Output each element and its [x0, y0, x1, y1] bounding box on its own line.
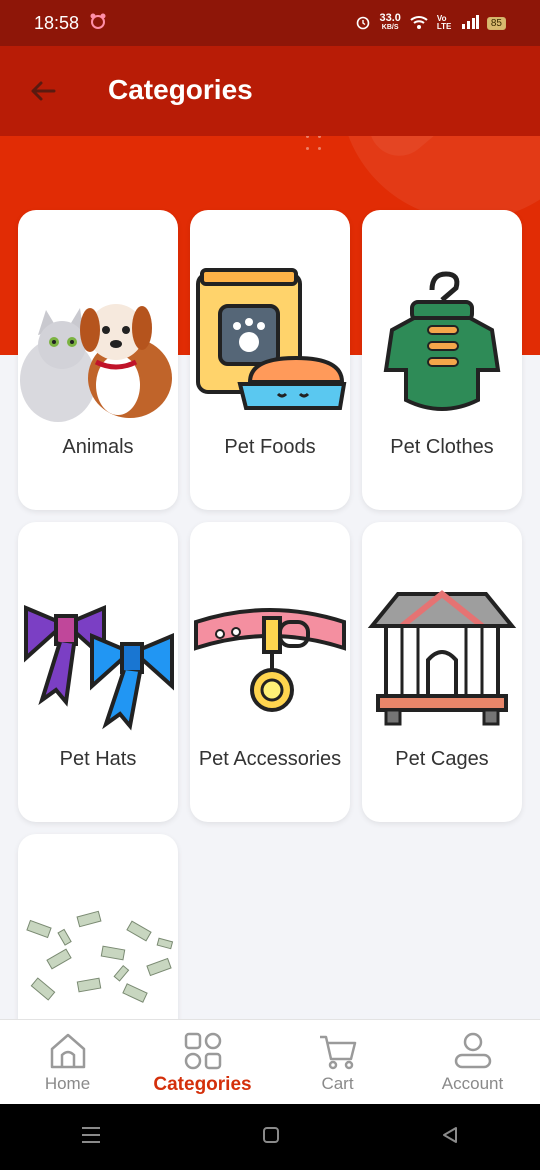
category-label: Pet Cages: [395, 748, 489, 770]
page-title: Categories: [108, 74, 253, 105]
nav-label: Account: [441, 1074, 504, 1093]
arrow-left-icon: [31, 81, 56, 101]
bow-icon: [24, 604, 174, 731]
home-icon: [50, 1033, 85, 1069]
app-notification-icon: [89, 13, 107, 34]
nav-cart[interactable]: Cart: [270, 1020, 405, 1105]
app-bar: Categories: [0, 46, 540, 136]
category-card-pet-clothes[interactable]: Pet Clothes: [362, 210, 522, 510]
home-square-icon[interactable]: [261, 1125, 281, 1150]
collar-icon: [194, 608, 346, 712]
nav-label: Categories: [153, 1074, 252, 1095]
cart-icon: [319, 1035, 356, 1070]
pet-food-icon: [196, 268, 347, 410]
category-card-pet-foods[interactable]: Pet Foods: [190, 210, 350, 510]
category-card-pet-hats[interactable]: Pet Hats: [18, 522, 178, 822]
category-label: Pet Hats: [59, 748, 137, 770]
back-triangle-icon[interactable]: [440, 1125, 460, 1150]
pet-clothes-icon: [383, 271, 501, 411]
menu-icon[interactable]: [80, 1125, 102, 1150]
category-card-animals[interactable]: Animals: [18, 210, 178, 510]
account-icon: [454, 1032, 491, 1069]
category-card-pet-accessories[interactable]: Pet Accessories: [190, 522, 350, 822]
system-navigation-bar: [0, 1104, 540, 1170]
back-button[interactable]: [26, 74, 60, 108]
nav-categories[interactable]: Categories: [135, 1020, 270, 1105]
nav-account[interactable]: Account: [405, 1020, 540, 1105]
net-speed: 33.0 KB/S: [379, 12, 401, 32]
nav-label: Cart: [321, 1074, 354, 1093]
wifi-icon: [409, 14, 429, 33]
category-label: Pet Clothes: [390, 436, 494, 458]
grid-icon: [184, 1032, 221, 1070]
alarm-icon: [355, 14, 371, 33]
category-label: Animals: [62, 436, 134, 458]
volte-label: Vo LTE: [436, 14, 452, 31]
battery-indicator: 85: [486, 16, 506, 30]
signal-icon: [461, 14, 479, 32]
bottom-navigation: Home Categories Cart Account: [0, 1019, 540, 1105]
cat-dog-icon: [20, 304, 172, 422]
cage-icon: [367, 590, 517, 726]
nav-home[interactable]: Home: [0, 1020, 135, 1105]
status-time: 18:58: [34, 12, 80, 33]
nav-label: Home: [44, 1074, 91, 1093]
status-bar: 18:58 33.0 KB/S Vo LTE 85: [0, 0, 540, 46]
category-label: Pet Accessories: [198, 748, 342, 770]
category-card-pet-cages[interactable]: Pet Cages: [362, 522, 522, 822]
category-label: Pet Foods: [224, 436, 316, 458]
